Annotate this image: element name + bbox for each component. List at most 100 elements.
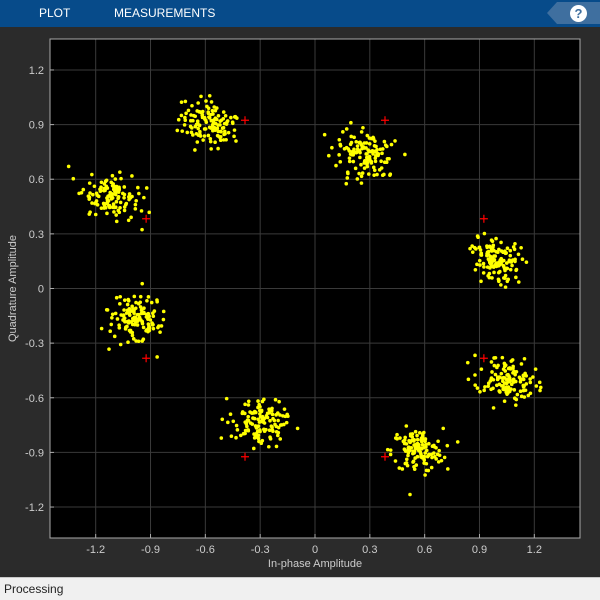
received-symbol-point bbox=[155, 355, 159, 359]
received-symbol-point bbox=[322, 132, 327, 137]
received-symbol-point bbox=[122, 208, 127, 213]
received-symbol-point bbox=[132, 294, 137, 299]
received-symbol-point bbox=[378, 147, 383, 152]
received-symbol-point bbox=[504, 388, 508, 392]
received-symbol-point bbox=[81, 187, 86, 192]
received-symbol-point bbox=[506, 277, 511, 282]
received-symbol-point bbox=[455, 440, 460, 444]
received-symbol-point bbox=[338, 160, 343, 164]
received-symbol-point bbox=[199, 94, 203, 99]
received-symbol-point bbox=[354, 150, 358, 155]
received-symbol-point bbox=[283, 414, 288, 419]
received-symbol-point bbox=[434, 457, 438, 461]
received-symbol-point bbox=[355, 144, 360, 148]
received-symbol-point bbox=[482, 265, 486, 269]
received-symbol-point bbox=[228, 412, 233, 417]
received-symbol-point bbox=[114, 295, 119, 300]
received-symbol-point bbox=[514, 275, 518, 280]
received-symbol-point bbox=[485, 245, 489, 250]
received-symbol-point bbox=[425, 454, 430, 459]
received-symbol-point bbox=[348, 142, 353, 147]
received-symbol-point bbox=[508, 267, 513, 272]
received-symbol-point bbox=[521, 385, 526, 389]
received-symbol-point bbox=[402, 447, 407, 452]
received-symbol-point bbox=[435, 452, 440, 457]
received-symbol-point bbox=[423, 473, 427, 477]
received-symbol-point bbox=[250, 422, 255, 426]
tab-measurements[interactable]: MEASUREMENTS bbox=[114, 0, 215, 27]
received-symbol-point bbox=[502, 276, 506, 280]
received-symbol-point bbox=[265, 415, 270, 420]
received-symbol-point bbox=[205, 104, 209, 109]
received-symbol-point bbox=[345, 170, 350, 174]
received-symbol-point bbox=[501, 264, 506, 269]
received-symbol-point bbox=[151, 314, 156, 319]
received-symbol-point bbox=[338, 143, 343, 148]
received-symbol-point bbox=[511, 364, 515, 369]
received-symbol-point bbox=[518, 380, 523, 384]
received-symbol-point bbox=[488, 254, 493, 259]
received-symbol-point bbox=[492, 363, 497, 368]
received-symbol-point bbox=[418, 430, 422, 435]
received-symbol-point bbox=[261, 416, 266, 421]
received-symbol-point bbox=[489, 387, 493, 392]
received-symbol-point bbox=[71, 176, 76, 181]
received-symbol-point bbox=[246, 428, 251, 433]
received-symbol-point bbox=[367, 154, 372, 159]
received-symbol-point bbox=[118, 342, 123, 347]
received-symbol-point bbox=[371, 152, 375, 156]
help-icon[interactable]: ? bbox=[570, 5, 587, 22]
received-symbol-point bbox=[415, 437, 420, 442]
received-symbol-point bbox=[140, 339, 144, 343]
received-symbol-point bbox=[229, 434, 234, 439]
received-symbol-point bbox=[90, 172, 94, 177]
received-symbol-point bbox=[513, 241, 517, 246]
received-symbol-point bbox=[506, 372, 510, 377]
tab-plot[interactable]: PLOT bbox=[39, 0, 70, 27]
received-symbol-point bbox=[354, 140, 359, 144]
received-symbol-point bbox=[256, 399, 260, 403]
received-symbol-point bbox=[326, 153, 331, 158]
received-symbol-point bbox=[334, 163, 338, 168]
received-symbol-point bbox=[138, 305, 143, 309]
toolbar: PLOT MEASUREMENTS ? bbox=[0, 0, 600, 27]
received-symbol-point bbox=[439, 458, 444, 463]
received-symbol-point bbox=[379, 166, 384, 170]
received-symbol-point bbox=[423, 451, 428, 455]
received-symbol-point bbox=[221, 110, 226, 114]
received-symbol-point bbox=[379, 159, 383, 163]
status-text: Processing bbox=[4, 582, 64, 596]
received-symbol-point bbox=[216, 113, 221, 118]
received-symbol-point bbox=[208, 136, 213, 141]
received-symbol-point bbox=[277, 399, 281, 404]
received-symbol-point bbox=[468, 246, 472, 251]
received-symbol-point bbox=[246, 414, 251, 419]
x-tick-label: 0 bbox=[312, 544, 318, 556]
received-symbol-point bbox=[118, 205, 122, 210]
received-symbol-point bbox=[481, 261, 486, 266]
received-symbol-point bbox=[513, 396, 517, 401]
received-symbol-point bbox=[485, 265, 490, 269]
received-symbol-point bbox=[246, 399, 251, 404]
received-symbol-point bbox=[514, 403, 518, 407]
received-symbol-point bbox=[502, 399, 507, 404]
received-symbol-point bbox=[149, 300, 154, 305]
received-symbol-point bbox=[528, 380, 533, 385]
received-symbol-point bbox=[184, 111, 188, 116]
received-symbol-point bbox=[367, 142, 372, 146]
received-symbol-point bbox=[295, 426, 300, 431]
received-symbol-point bbox=[505, 246, 510, 251]
received-symbol-point bbox=[282, 407, 287, 411]
received-symbol-point bbox=[218, 123, 222, 127]
received-symbol-point bbox=[477, 258, 482, 263]
received-symbol-point bbox=[361, 125, 365, 130]
received-symbol-point bbox=[114, 219, 119, 224]
received-symbol-point bbox=[330, 145, 334, 150]
received-symbol-point bbox=[209, 112, 213, 117]
received-symbol-point bbox=[271, 429, 275, 434]
received-symbol-point bbox=[510, 263, 514, 268]
received-symbol-point bbox=[243, 402, 247, 407]
received-symbol-point bbox=[380, 151, 384, 156]
received-symbol-point bbox=[274, 444, 279, 449]
received-symbol-point bbox=[282, 422, 286, 427]
